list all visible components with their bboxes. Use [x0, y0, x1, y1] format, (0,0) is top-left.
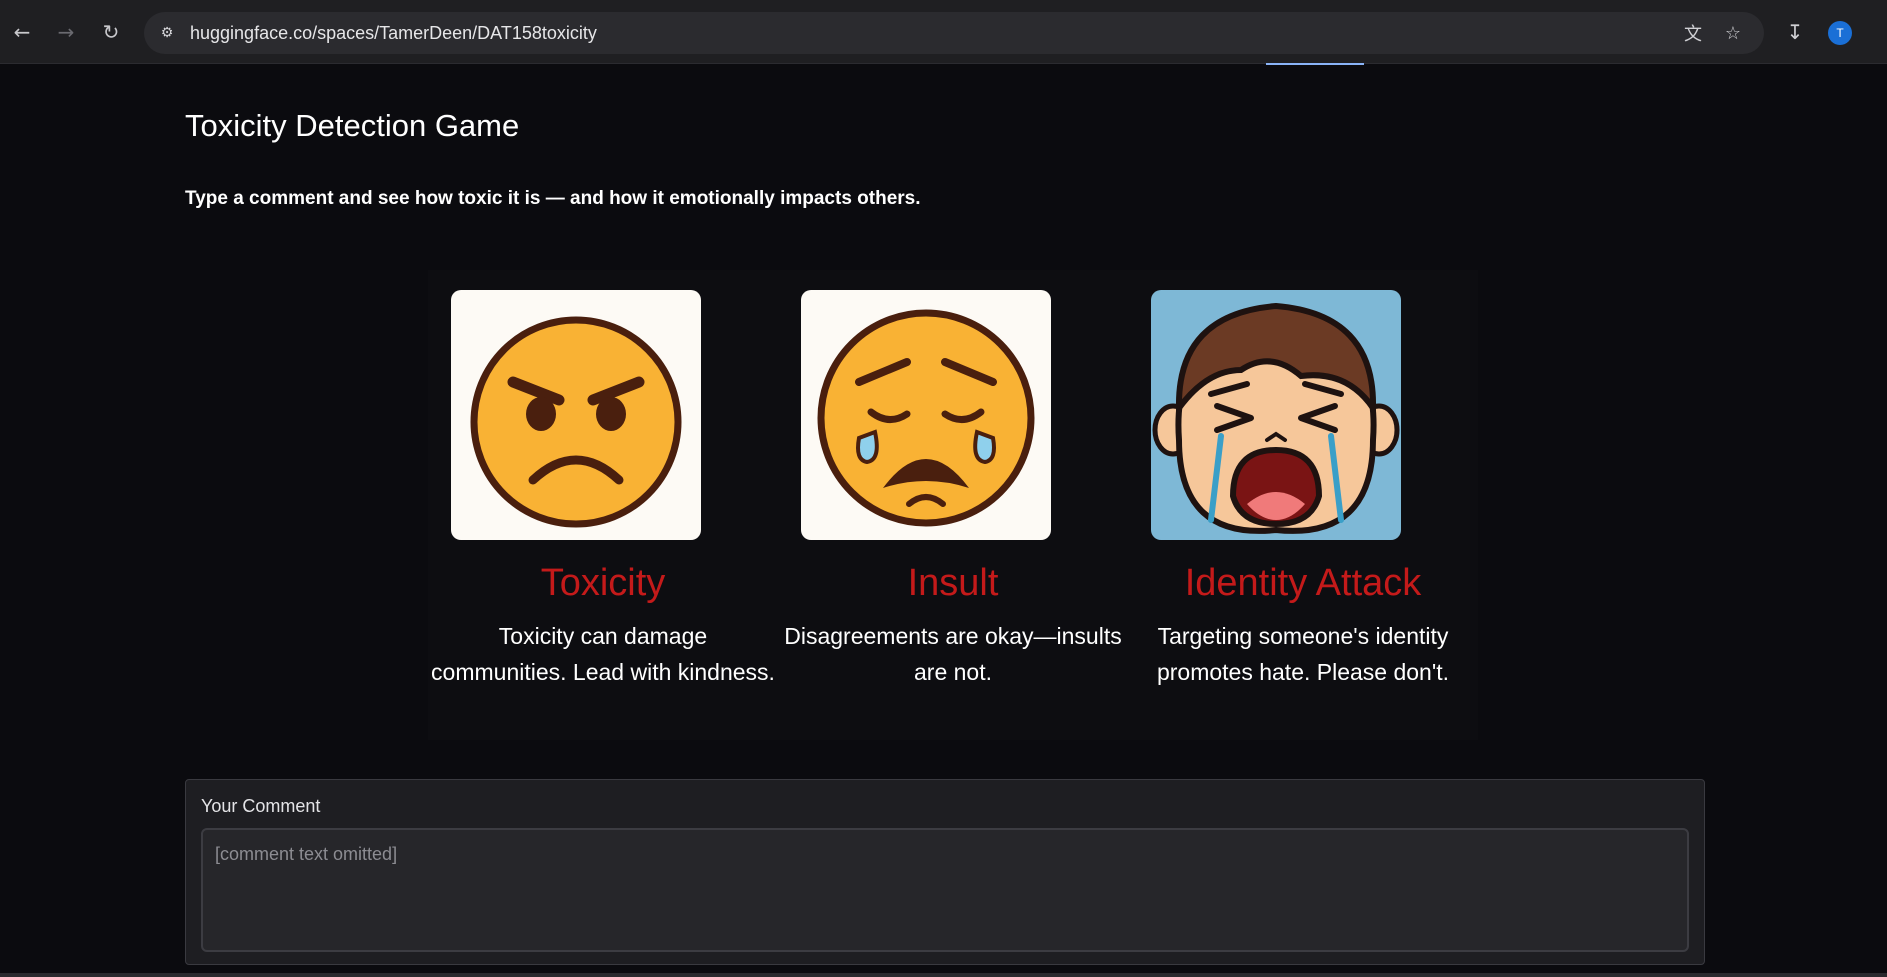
address-bar[interactable]: ⚙ huggingface.co/spaces/TamerDeen/DAT158… — [144, 12, 1764, 54]
card-title: Insult — [907, 562, 999, 604]
sad-crying-face-icon — [801, 290, 1051, 540]
page-subtitle: Type a comment and see how toxic it is —… — [185, 188, 921, 209]
star-icon[interactable]: ☆ — [1719, 19, 1747, 47]
back-arrow-icon[interactable]: ← — [6, 16, 38, 48]
forward-arrow-icon[interactable]: → — [50, 16, 82, 48]
browser-toolbar: ← → ↻ ⚙ huggingface.co/spaces/TamerDeen/… — [0, 0, 1887, 64]
site-settings-icon[interactable]: ⚙ — [154, 20, 180, 46]
comment-input[interactable] — [201, 828, 1689, 952]
comment-label: Your Comment — [201, 796, 321, 816]
url-text[interactable]: huggingface.co/spaces/TamerDeen/DAT158to… — [190, 23, 597, 44]
card-description: Toxicity can damage communities. Lead wi… — [431, 623, 775, 685]
card-identity-attack: Identity Attack Targeting someone's iden… — [1128, 270, 1478, 740]
page-title: Toxicity Detection Game — [185, 108, 520, 143]
card-title: Toxicity — [540, 562, 666, 604]
card-description: Targeting someone's identity promotes ha… — [1156, 623, 1450, 685]
card-toxicity: Toxicity Toxicity can damage communities… — [428, 270, 778, 740]
card-insult: Insult Disagreements are okay—insults ar… — [778, 270, 1128, 740]
card-title: Identity Attack — [1184, 562, 1422, 604]
crying-boy-icon — [1151, 290, 1401, 540]
download-icon[interactable]: ↧ — [1779, 16, 1811, 48]
angry-face-icon — [451, 290, 701, 540]
translate-icon[interactable]: 文 — [1679, 19, 1707, 47]
active-tab-indicator — [1266, 63, 1364, 65]
card-description: Disagreements are okay—insults are not. — [784, 623, 1122, 685]
bottom-divider — [0, 973, 1887, 977]
reload-icon[interactable]: ↻ — [95, 16, 127, 48]
avatar[interactable]: T — [1828, 21, 1852, 45]
comment-panel: Your Comment — [185, 779, 1705, 965]
